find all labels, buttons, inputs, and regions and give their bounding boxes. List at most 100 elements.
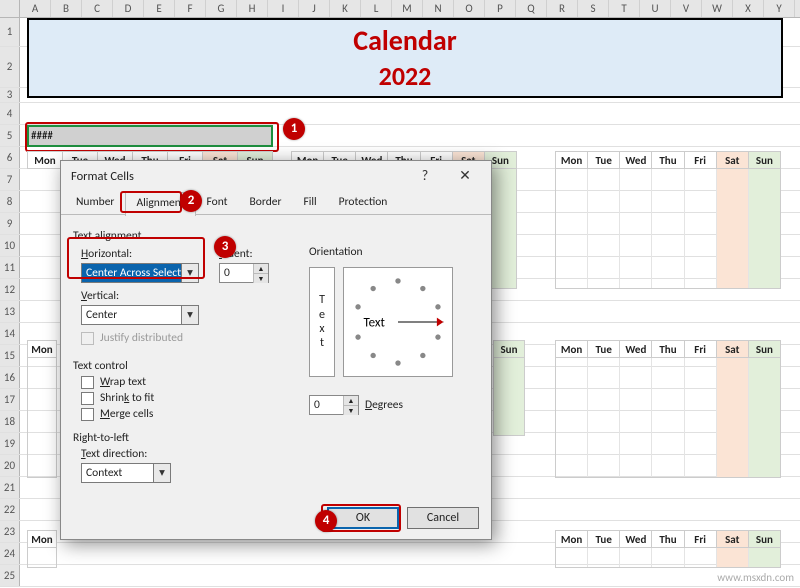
chevron-down-icon: ▾	[181, 264, 198, 282]
col-header[interactable]: Q	[516, 0, 547, 17]
row-header[interactable]: 20	[0, 455, 20, 476]
row-header[interactable]: 13	[0, 301, 20, 322]
day-header: Fri	[685, 151, 717, 169]
day-header: Sat	[717, 530, 749, 548]
degrees-label: Degrees	[365, 398, 403, 412]
checkbox-icon	[81, 392, 94, 405]
col-header[interactable]: W	[702, 0, 733, 17]
row-header[interactable]: 17	[0, 389, 20, 410]
row-header[interactable]: 4	[0, 103, 20, 124]
col-header[interactable]: V	[671, 0, 702, 17]
indent-spinbox[interactable]: 0 ▲▼	[219, 263, 269, 283]
vertical-alignment-combo[interactable]: Center ▾	[81, 305, 199, 325]
selected-range[interactable]: ####	[27, 125, 273, 147]
col-header[interactable]: H	[237, 0, 268, 17]
orientation-vertical-text[interactable]: T e x t	[309, 267, 335, 377]
row-header[interactable]: 11	[0, 257, 20, 278]
col-header[interactable]: U	[640, 0, 671, 17]
day-header: Mon	[27, 340, 57, 358]
col-header[interactable]: R	[547, 0, 578, 17]
col-header[interactable]: T	[609, 0, 640, 17]
col-header[interactable]: C	[82, 0, 113, 17]
orientation-label: Orientation	[309, 245, 363, 259]
justify-distributed-checkbox: Justify distributed	[81, 331, 199, 345]
spin-up-icon[interactable]: ▲	[343, 396, 358, 406]
month-block-partial: Mon	[27, 340, 57, 478]
dialog-title: Format Cells	[71, 169, 405, 184]
row-header[interactable]: 22	[0, 499, 20, 520]
ok-button[interactable]: OK	[327, 507, 399, 529]
col-header[interactable]: N	[423, 0, 454, 17]
annotation-badge-1: 1	[283, 118, 305, 140]
select-all-corner[interactable]	[0, 0, 20, 17]
col-header[interactable]: I	[268, 0, 299, 17]
row-header[interactable]: 10	[0, 235, 20, 256]
month-block-partial: Sun	[493, 340, 525, 436]
spin-down-icon[interactable]: ▼	[253, 274, 268, 283]
row-header[interactable]: 18	[0, 411, 20, 432]
tab-protection[interactable]: Protection	[328, 191, 399, 215]
spin-down-icon[interactable]: ▼	[343, 406, 358, 415]
row-header[interactable]: 7	[0, 169, 20, 190]
row-header[interactable]: 23	[0, 521, 20, 542]
tab-font[interactable]: Font	[196, 191, 239, 215]
row-header[interactable]: 14	[0, 323, 20, 344]
col-header[interactable]: K	[330, 0, 361, 17]
row-header[interactable]: 2	[0, 47, 20, 87]
row-header[interactable]: 19	[0, 433, 20, 454]
horizontal-alignment-combo[interactable]: Center Across Selection ▾	[81, 263, 199, 283]
col-header[interactable]: A	[20, 0, 51, 17]
annotation-badge-4: 4	[315, 510, 337, 532]
help-button[interactable]: ?	[405, 163, 445, 189]
col-header[interactable]: Y	[764, 0, 795, 17]
month-block-partial: Mon	[27, 530, 57, 568]
cancel-button[interactable]: Cancel	[407, 507, 479, 529]
row-header[interactable]: 8	[0, 191, 20, 212]
col-header[interactable]: S	[578, 0, 609, 17]
row-header[interactable]: 5	[0, 125, 20, 146]
dialog-titlebar[interactable]: Format Cells ? ✕	[61, 161, 491, 191]
row-header[interactable]: 21	[0, 477, 20, 498]
col-header[interactable]: F	[175, 0, 206, 17]
col-header[interactable]: D	[113, 0, 144, 17]
day-header: Tue	[588, 340, 620, 358]
row-header[interactable]: 16	[0, 367, 20, 388]
tab-number[interactable]: Number	[65, 191, 125, 215]
row-header[interactable]: 24	[0, 543, 20, 564]
day-header: Thu	[652, 530, 684, 548]
row-header[interactable]: 25	[0, 565, 20, 586]
col-header[interactable]: J	[299, 0, 330, 17]
col-header[interactable]: G	[206, 0, 237, 17]
spin-up-icon[interactable]: ▲	[253, 264, 268, 274]
col-header[interactable]: L	[361, 0, 392, 17]
day-header: Sat	[717, 151, 749, 169]
col-header[interactable]: P	[485, 0, 516, 17]
row-header[interactable]: 1	[0, 18, 20, 46]
col-header[interactable]: B	[51, 0, 82, 17]
annotation-badge-2: 2	[180, 190, 202, 212]
col-header[interactable]: O	[454, 0, 485, 17]
tab-border[interactable]: Border	[239, 191, 293, 215]
col-header[interactable]: M	[392, 0, 423, 17]
col-header[interactable]: X	[733, 0, 764, 17]
row-header[interactable]: 9	[0, 213, 20, 234]
spin-value: 0	[220, 264, 253, 282]
day-header: Sun	[493, 340, 525, 358]
row-header[interactable]: 15	[0, 345, 20, 366]
row-header[interactable]: 3	[0, 88, 20, 102]
orientation-wheel[interactable]: Text	[343, 267, 453, 377]
degrees-spinbox[interactable]: 0 ▲▼	[309, 395, 359, 415]
day-header: Thu	[652, 151, 684, 169]
day-header: Fri	[685, 340, 717, 358]
section-text-alignment: Text alignment	[73, 229, 479, 243]
close-button[interactable]: ✕	[445, 163, 485, 189]
row-header[interactable]: 6	[0, 147, 20, 168]
text-direction-combo[interactable]: Context ▾	[81, 463, 171, 483]
day-header: Wed	[620, 151, 652, 169]
banner-year: 2022	[379, 61, 432, 92]
row-header[interactable]: 12	[0, 279, 20, 300]
tab-fill[interactable]: Fill	[292, 191, 327, 215]
day-header: Mon	[555, 151, 588, 169]
col-header[interactable]: E	[144, 0, 175, 17]
cell-overflow-hash: ####	[31, 129, 53, 142]
